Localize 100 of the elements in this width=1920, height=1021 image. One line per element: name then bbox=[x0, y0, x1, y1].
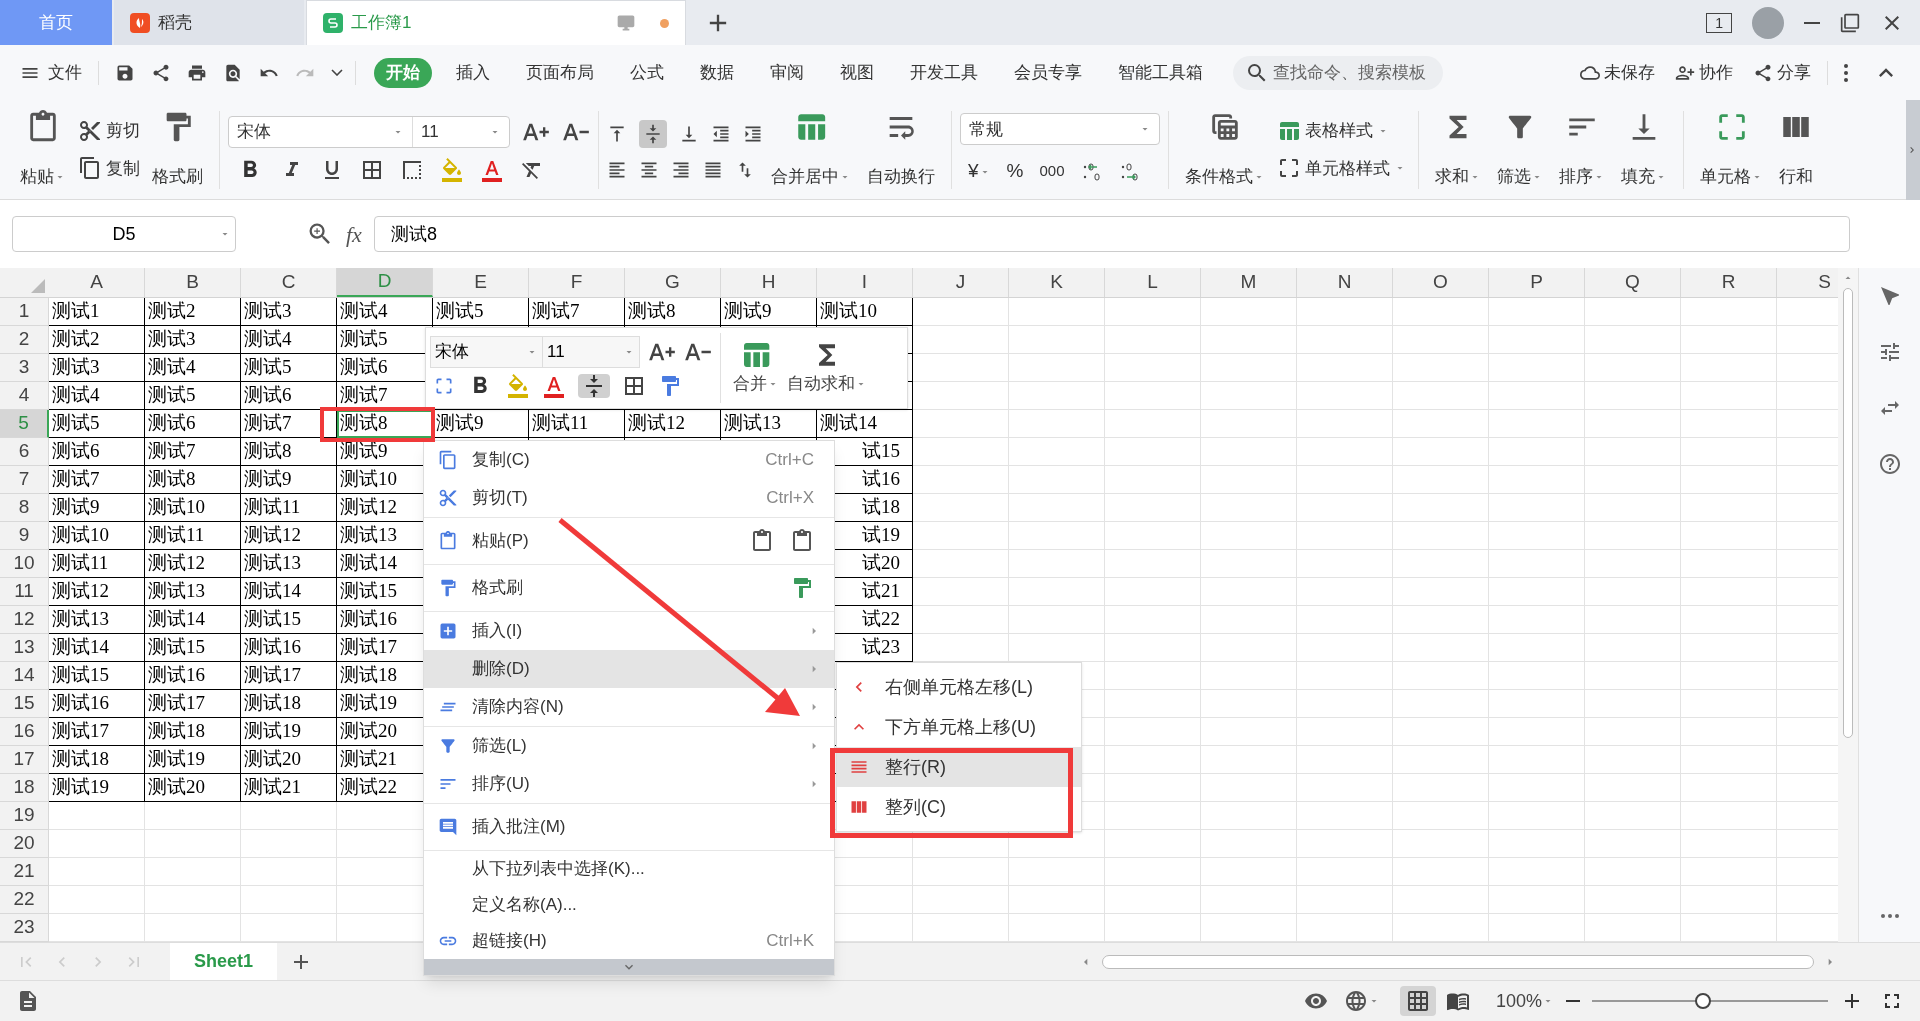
row-header[interactable]: 14 bbox=[0, 662, 49, 690]
row-header[interactable]: 9 bbox=[0, 522, 49, 550]
ribbon-tool-button[interactable]: 求和 bbox=[1427, 109, 1489, 190]
zoom-level-button[interactable]: 100% bbox=[1495, 987, 1554, 1015]
ribbon-tab[interactable]: 智能工具箱 bbox=[1106, 57, 1215, 88]
table-style-button[interactable]: 表格样式 bbox=[1277, 118, 1406, 144]
ribbon-tool-button[interactable]: 填充 bbox=[1613, 109, 1675, 190]
column-header[interactable]: O bbox=[1393, 268, 1489, 297]
row-header[interactable]: 23 bbox=[0, 914, 49, 942]
row-header[interactable]: 1 bbox=[0, 298, 49, 326]
row-header[interactable]: 10 bbox=[0, 550, 49, 578]
percent-button[interactable]: % bbox=[1006, 157, 1024, 186]
window-count-badge[interactable]: 1 bbox=[1706, 12, 1732, 33]
row-header[interactable]: 21 bbox=[0, 858, 49, 886]
ribbon-scroll-handle[interactable] bbox=[1906, 99, 1920, 200]
ribbon-tab[interactable]: 公式 bbox=[618, 57, 676, 88]
row-header[interactable]: 20 bbox=[0, 830, 49, 858]
column-header[interactable]: M bbox=[1201, 268, 1297, 297]
row-header[interactable]: 11 bbox=[0, 578, 49, 606]
column-header[interactable]: Q bbox=[1585, 268, 1681, 297]
format-painter-button[interactable]: 格式刷 bbox=[144, 109, 211, 190]
ribbon-tab[interactable]: 页面布局 bbox=[514, 57, 606, 88]
toolbar-action[interactable]: 协作 bbox=[1675, 59, 1733, 86]
ribbon-tab[interactable]: 插入 bbox=[444, 57, 502, 88]
horizontal-scrollbar-thumb[interactable] bbox=[1102, 954, 1814, 969]
zoom-slider-thumb[interactable] bbox=[1695, 993, 1712, 1009]
merge-center-button[interactable]: 合并居中 bbox=[763, 109, 859, 190]
row-header[interactable]: 6 bbox=[0, 438, 49, 466]
number-format-field[interactable]: 常规 bbox=[960, 113, 1160, 146]
row-header[interactable]: 18 bbox=[0, 774, 49, 802]
document-tab[interactable]: 工作簿1 bbox=[306, 0, 686, 45]
ribbon-tab[interactable]: 数据 bbox=[688, 57, 746, 88]
ribbon-tab[interactable]: 会员专享 bbox=[1002, 57, 1094, 88]
row-header[interactable]: 13 bbox=[0, 634, 49, 662]
toolbar-action[interactable]: 分享 bbox=[1753, 59, 1811, 86]
paste-button[interactable]: 粘贴 bbox=[12, 109, 74, 190]
cell-style-button[interactable]: 单元格样式 bbox=[1277, 155, 1406, 181]
menu-item[interactable]: 从下拉列表中选择(K)... bbox=[424, 851, 834, 887]
name-box[interactable]: D5 bbox=[12, 216, 236, 252]
search-field[interactable]: 查找命令、搜索模板 bbox=[1233, 55, 1443, 90]
column-header[interactable]: H bbox=[721, 268, 817, 297]
vertical-scrollbar-thumb[interactable] bbox=[1843, 288, 1853, 738]
column-header[interactable]: R bbox=[1681, 268, 1777, 297]
copy-button[interactable]: 复制 bbox=[78, 155, 140, 181]
cells-button[interactable]: 单元格 bbox=[1692, 109, 1771, 190]
minimize-icon[interactable] bbox=[1804, 21, 1820, 24]
row-header[interactable]: 15 bbox=[0, 690, 49, 718]
column-header[interactable]: A bbox=[49, 268, 145, 297]
ribbon-tab[interactable]: 审阅 bbox=[758, 57, 816, 88]
conditional-format-button[interactable]: 条件格式 bbox=[1177, 109, 1273, 190]
menu-item[interactable]: 格式刷 bbox=[424, 565, 834, 611]
menu-item[interactable]: 定义名称(A)... bbox=[424, 887, 834, 923]
thousands-button[interactable]: 000 bbox=[1039, 160, 1065, 183]
merge-button[interactable]: 合并 bbox=[729, 339, 783, 397]
column-header[interactable]: B bbox=[145, 268, 241, 297]
column-header[interactable]: P bbox=[1489, 268, 1585, 297]
column-header[interactable]: J bbox=[913, 268, 1009, 297]
menu-item[interactable]: 粘贴(P) bbox=[424, 518, 834, 564]
menu-item[interactable]: 插入批注(M) bbox=[424, 804, 834, 850]
row-header[interactable]: 2 bbox=[0, 326, 49, 354]
ribbon-tool-button[interactable]: 筛选 bbox=[1489, 109, 1551, 190]
column-header[interactable]: L bbox=[1105, 268, 1201, 297]
toolbar-action[interactable]: 未保存 bbox=[1580, 59, 1655, 86]
ribbon-tab[interactable]: 视图 bbox=[828, 57, 886, 88]
ribbon-tool-button[interactable]: 排序 bbox=[1551, 109, 1613, 190]
menu-item[interactable]: 超链接(H) Ctrl+K bbox=[424, 923, 834, 959]
row-header[interactable]: 16 bbox=[0, 718, 49, 746]
menu-item[interactable]: 右侧单元格左移(L) bbox=[837, 667, 1081, 707]
view-mode-button[interactable] bbox=[1399, 986, 1436, 1016]
row-header[interactable]: 12 bbox=[0, 606, 49, 634]
menu-item[interactable]: 下方单元格上移(U) bbox=[837, 707, 1081, 747]
row-header[interactable]: 8 bbox=[0, 494, 49, 522]
currency-button[interactable]: ¥ bbox=[968, 157, 991, 186]
sheet-tab[interactable]: Sheet1 bbox=[170, 943, 278, 980]
row-header[interactable]: 7 bbox=[0, 466, 49, 494]
row-header[interactable]: 19 bbox=[0, 802, 49, 830]
menu-item[interactable]: 整列(C) bbox=[837, 787, 1081, 827]
row-header[interactable]: 4 bbox=[0, 382, 49, 410]
menu-scroll-bar[interactable] bbox=[424, 959, 834, 975]
column-header[interactable]: E bbox=[433, 268, 529, 297]
cut-button[interactable]: 剪切 bbox=[78, 118, 140, 144]
more-icon[interactable] bbox=[1880, 914, 1899, 918]
customize-icon[interactable] bbox=[331, 69, 343, 76]
column-header[interactable]: N bbox=[1297, 268, 1393, 297]
column-header[interactable]: G bbox=[625, 268, 721, 297]
function-label[interactable]: fx bbox=[346, 217, 362, 251]
ribbon-tab[interactable]: 开发工具 bbox=[898, 57, 990, 88]
document-tab[interactable]: 稻壳 bbox=[114, 0, 304, 45]
row-header[interactable]: 22 bbox=[0, 886, 49, 914]
formula-field[interactable]: 测试8 bbox=[373, 216, 1850, 252]
menu-item[interactable]: 删除(D) bbox=[424, 650, 834, 688]
row-header[interactable]: 17 bbox=[0, 746, 49, 774]
column-header[interactable]: I bbox=[817, 268, 913, 297]
column-header[interactable]: F bbox=[529, 268, 625, 297]
column-header[interactable]: K bbox=[1009, 268, 1105, 297]
file-menu[interactable]: 文件 bbox=[20, 59, 82, 86]
rows-columns-button[interactable]: 行和 bbox=[1771, 109, 1821, 190]
more-icon[interactable] bbox=[1844, 63, 1848, 82]
row-header[interactable]: 3 bbox=[0, 354, 49, 382]
wrap-text-button[interactable]: 自动换行 bbox=[859, 109, 943, 190]
